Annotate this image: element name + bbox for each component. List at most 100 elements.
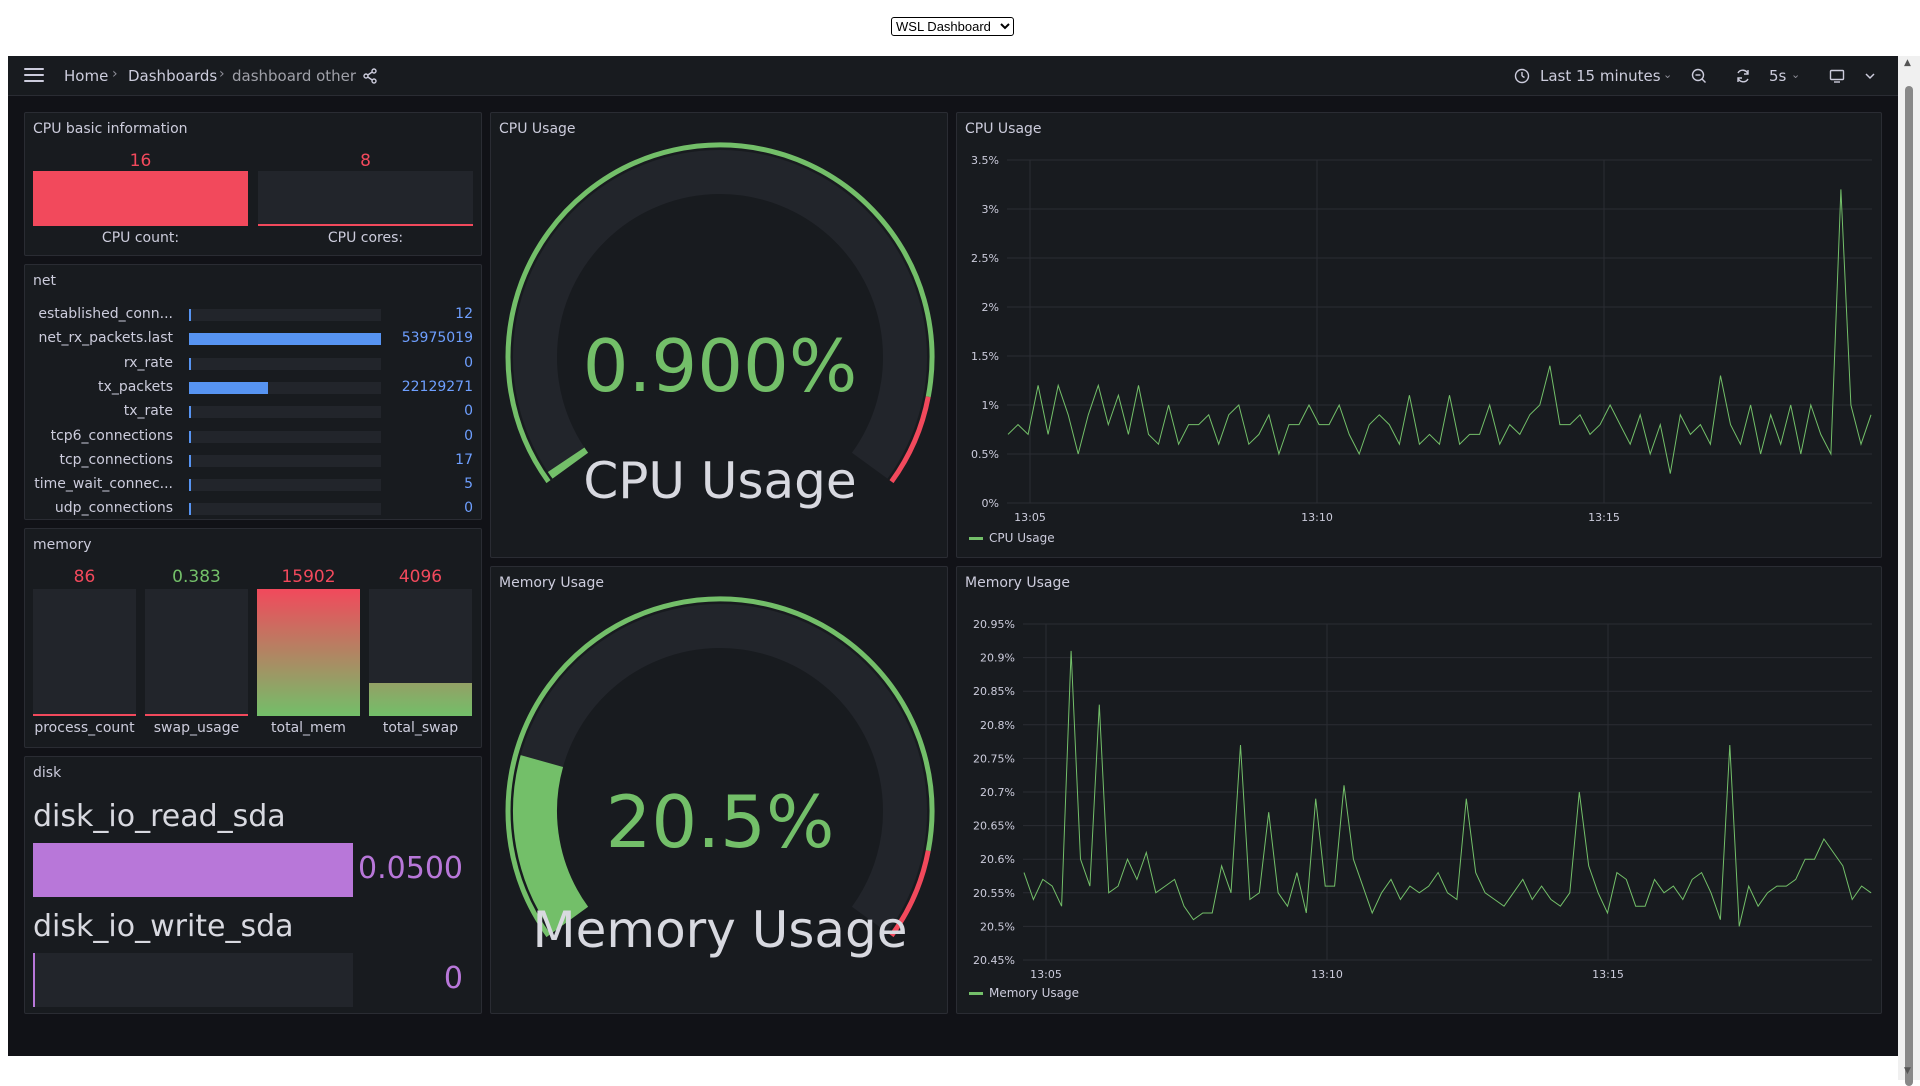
- net-row: rx_rate 0: [33, 352, 473, 376]
- cpu-info-panel: CPU basic information 16 CPU count: 8 CP…: [24, 112, 482, 256]
- memory-stat-value: 15902: [281, 567, 336, 587]
- net-row-value: 0: [464, 354, 473, 371]
- legend-label[interactable]: CPU Usage: [989, 531, 1055, 545]
- breadcrumb-dashboards[interactable]: Dashboards: [128, 67, 217, 85]
- chevron-right-icon: ›: [219, 66, 225, 82]
- memory-stat-label: process_count: [34, 720, 135, 736]
- y-tick-label: 0%: [982, 497, 999, 510]
- panel-title: memory: [33, 537, 92, 553]
- gauge-track: [513, 150, 927, 479]
- y-tick-label: 3%: [982, 203, 999, 216]
- net-row-fill: [189, 333, 381, 346]
- gauge-label: Memory Usage: [532, 901, 907, 959]
- gauge-value-arc: [513, 755, 589, 933]
- gauge-value: 0.900%: [583, 324, 858, 408]
- zoom-out-icon[interactable]: [1687, 64, 1711, 88]
- refresh-interval-picker[interactable]: 5s: [1769, 67, 1786, 85]
- net-row-track: [189, 479, 381, 492]
- memory-stat-label: total_swap: [382, 720, 459, 736]
- memory-stat-fill: [33, 714, 136, 716]
- series-line: [1023, 650, 1872, 927]
- refresh-icon[interactable]: [1731, 64, 1755, 88]
- net-row-label: rx_rate: [123, 354, 173, 371]
- cpu-cores-label: CPU cores:: [327, 230, 404, 246]
- cpu-cores-bar: [258, 171, 473, 226]
- chevron-down-icon[interactable]: ⌄: [1791, 68, 1800, 81]
- net-row-track: [189, 381, 381, 394]
- dashboard-selector[interactable]: WSL Dashboard: [891, 17, 1014, 36]
- chevron-down-icon[interactable]: ⌄: [1663, 68, 1672, 81]
- menu-icon[interactable]: [24, 68, 44, 84]
- scroll-up-icon[interactable]: ▲: [1904, 58, 1911, 68]
- memory-stat-value: 0.383: [172, 567, 221, 587]
- net-row-label: tx_rate: [123, 403, 173, 420]
- net-row: tcp_connections 17: [33, 449, 473, 473]
- y-tick-label: 20.65%: [973, 820, 1015, 833]
- net-row-value: 53975019: [401, 330, 473, 347]
- tv-mode-icon[interactable]: [1825, 64, 1849, 88]
- breadcrumb-home[interactable]: Home: [64, 67, 108, 85]
- scroll-thumb[interactable]: [1905, 86, 1913, 1086]
- legend-swatch: [969, 537, 983, 540]
- y-tick-label: 3.5%: [971, 154, 999, 167]
- y-tick-label: 20.7%: [980, 786, 1015, 799]
- net-row-fill: [189, 430, 191, 443]
- net-row-value: 12: [455, 306, 473, 322]
- net-row-track: [189, 309, 381, 321]
- memory-gauge: 20.5% Memory Usage: [505, 596, 935, 959]
- net-row: time_wait_connec... 5: [33, 473, 473, 497]
- net-row-label: net_rx_packets.last: [38, 330, 173, 347]
- memory-panel: memory 86 process_count 0.383 swap_usage 159…: [24, 528, 482, 748]
- net-row-fill: [189, 309, 191, 321]
- y-tick-label: 20.6%: [980, 853, 1015, 866]
- legend-swatch: [969, 992, 983, 995]
- memory-stat-value: 86: [73, 567, 96, 587]
- memory-stat-fill: [369, 682, 472, 716]
- net-row-label: tcp_connections: [59, 451, 173, 468]
- net-panel: net established_conn... 12 net_rx_packets.…: [24, 264, 482, 520]
- net-row-label: tx_packets: [98, 378, 173, 395]
- y-tick-label: 20.45%: [973, 954, 1015, 967]
- legend-label[interactable]: Memory Usage: [989, 986, 1079, 1000]
- panel-title: CPU basic information: [33, 121, 188, 137]
- disk-read-track: [33, 843, 353, 897]
- net-row-track: [189, 454, 381, 467]
- x-tick-label: 13:15: [1592, 968, 1624, 981]
- net-row-fill: [189, 381, 268, 394]
- memory-stat-bar: [145, 589, 248, 716]
- net-row: tx_packets 22129271: [33, 376, 473, 400]
- disk-read-label: disk_io_read_sda: [33, 799, 286, 834]
- net-row-track: [189, 357, 381, 370]
- memory-gauge-panel: Memory Usage 20.5% Memory Usage: [490, 566, 948, 1014]
- net-row-track: [189, 430, 381, 443]
- scroll-down-icon[interactable]: ▼: [1904, 1066, 1911, 1076]
- net-row-fill: [189, 406, 191, 419]
- net-row-track: [189, 503, 381, 516]
- net-row-value: 0: [464, 427, 473, 444]
- memory-timeseries-panel: Memory Usage 20.45% 20.5% 20.55% 20.6% 20.65…: [956, 566, 1882, 1014]
- y-tick-label: 1%: [982, 399, 999, 412]
- disk-read-value: 0.0500: [358, 851, 463, 886]
- net-row-value: 22129271: [401, 378, 473, 395]
- net-row-track: [189, 406, 381, 419]
- net-row-fill: [189, 454, 191, 467]
- chevron-down-icon[interactable]: [1858, 64, 1882, 88]
- y-tick-label: 2%: [982, 301, 999, 314]
- disk-write-track: [33, 953, 353, 1007]
- cpu-line-chart: 0% 0.5% 1% 1.5% 2% 2.5% 3% 3.5% 13:05 13:10 13:15 C…: [969, 154, 1872, 545]
- share-icon[interactable]: [358, 64, 382, 88]
- grafana-app: Home › Dashboards › dashboard other Last…: [8, 56, 1898, 1056]
- net-row-label: established_conn...: [38, 306, 173, 322]
- net-row-track: [189, 333, 381, 346]
- gauge-label: CPU Usage: [583, 452, 856, 510]
- cpu-gauge: 0.900% CPU Usage: [505, 142, 935, 510]
- page-scrollbar[interactable]: ▲ ▼: [1898, 56, 1920, 1086]
- y-tick-label: 20.9%: [980, 652, 1015, 665]
- net-row: tcp6_connections 0: [33, 425, 473, 449]
- time-range-picker[interactable]: Last 15 minutes: [1540, 67, 1661, 85]
- y-tick-label: 20.55%: [973, 887, 1015, 900]
- net-row: tx_rate 0: [33, 400, 473, 424]
- y-tick-label: 0.5%: [971, 448, 999, 461]
- x-tick-label: 13:05: [1030, 968, 1062, 981]
- panel-title: net: [33, 273, 56, 289]
